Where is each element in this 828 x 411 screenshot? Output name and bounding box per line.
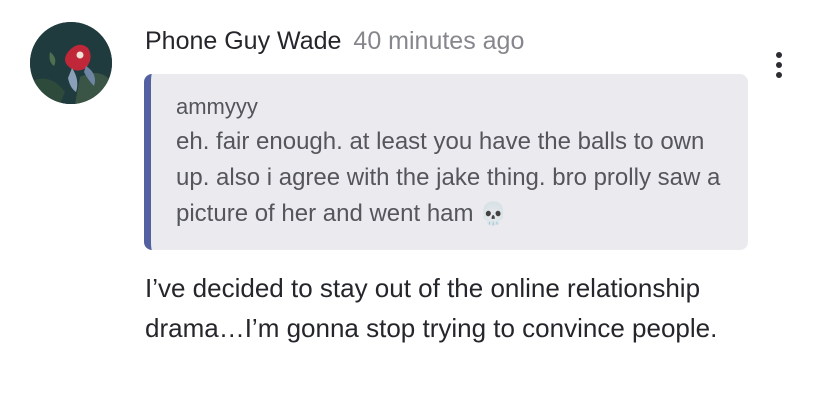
quoted-reply[interactable]: ammyyy eh. fair enough. at least you hav… <box>144 74 748 250</box>
more-options-button[interactable] <box>766 50 792 80</box>
avatar-image <box>30 22 112 104</box>
avatar[interactable] <box>30 22 112 104</box>
more-options-icon <box>776 52 782 58</box>
author-name[interactable]: Phone Guy Wade <box>145 27 341 55</box>
more-options-icon <box>776 62 782 68</box>
comment-header: Phone Guy Wade 40 minutes ago <box>145 24 524 62</box>
quote-text: eh. fair enough. at least you have the b… <box>176 124 728 232</box>
more-options-icon <box>776 72 782 78</box>
quote-author: ammyyy <box>176 94 258 119</box>
skull-emoji-icon: 💀 <box>479 201 507 226</box>
comment-body: I’ve decided to stay out of the online r… <box>145 273 718 343</box>
quote-text-content: eh. fair enough. at least you have the b… <box>176 128 721 227</box>
comment: Phone Guy Wade 40 minutes ago ammyyy eh. … <box>0 0 828 411</box>
timestamp[interactable]: 40 minutes ago <box>353 27 524 55</box>
